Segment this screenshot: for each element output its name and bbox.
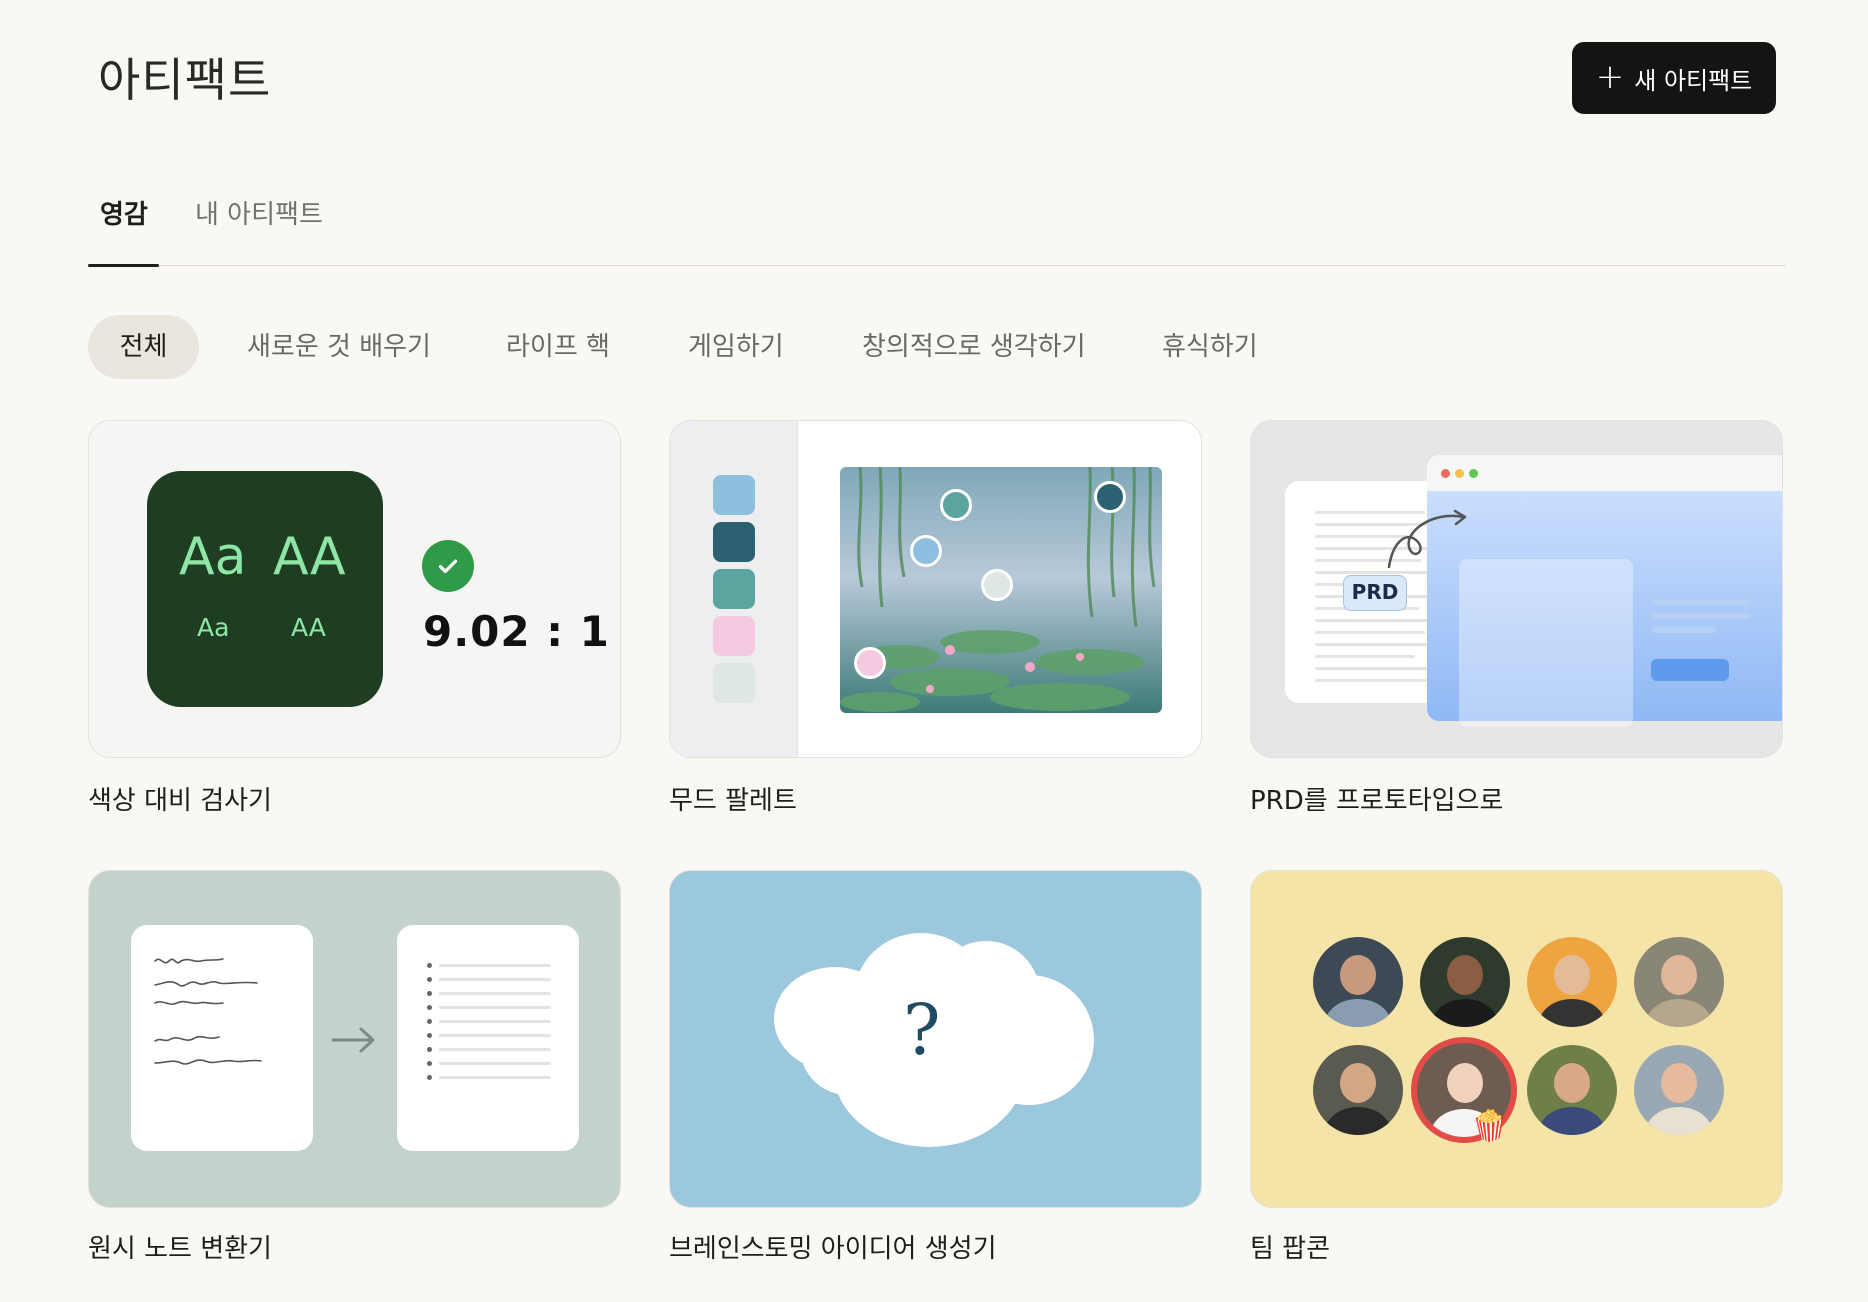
card-team-popcorn[interactable]: 🍿 <box>1250 870 1783 1208</box>
water-lilies-painting <box>840 467 1162 713</box>
palette-swatch <box>713 569 755 609</box>
palette-swatch <box>713 663 755 703</box>
contrast-swatch: Aa AA Aa AA <box>147 471 383 707</box>
card-title-team-popcorn[interactable]: 팀 팝콘 <box>1250 1228 1330 1265</box>
arrow-right-icon <box>331 1019 377 1065</box>
card-title-brainstorm-generator[interactable]: 브레인스토밍 아이디어 생성기 <box>669 1228 997 1265</box>
plus-icon: + <box>1595 56 1625 97</box>
color-pin[interactable] <box>1094 481 1126 513</box>
color-pin[interactable] <box>981 569 1013 601</box>
avatar[interactable] <box>1313 1045 1403 1135</box>
tab-inspiration[interactable]: 영감 <box>100 194 148 231</box>
filter-learn[interactable]: 새로운 것 배우기 <box>247 315 431 379</box>
card-mood-palette[interactable] <box>669 420 1202 758</box>
avatar[interactable] <box>1527 1045 1617 1135</box>
popcorn-icon: 🍿 <box>1471 1109 1509 1144</box>
page-title: 아티팩트 <box>98 53 272 107</box>
palette-column <box>670 421 798 757</box>
browser-titlebar <box>1427 455 1782 491</box>
avatar[interactable] <box>1634 1045 1724 1135</box>
avatar[interactable] <box>1420 937 1510 1027</box>
sample-small-1: Aa <box>197 613 230 642</box>
formatted-note <box>397 925 579 1151</box>
card-raw-notes-converter[interactable] <box>88 870 621 1208</box>
avatar[interactable] <box>1527 937 1617 1027</box>
active-tab-indicator <box>88 264 159 267</box>
avatar[interactable] <box>1313 937 1403 1027</box>
color-pin[interactable] <box>854 647 886 679</box>
tab-my-artifacts[interactable]: 내 아티팩트 <box>195 194 323 231</box>
question-mark: ? <box>903 989 941 1071</box>
color-pin[interactable] <box>910 535 942 567</box>
filter-life-hacks[interactable]: 라이프 핵 <box>506 315 610 379</box>
card-title-contrast-checker[interactable]: 색상 대비 검사기 <box>88 780 272 817</box>
palette-swatch <box>713 475 755 515</box>
prd-tag: PRD <box>1343 575 1407 611</box>
prototype-browser <box>1427 455 1782 727</box>
palette-swatch <box>713 616 755 656</box>
card-title-mood-palette[interactable]: 무드 팔레트 <box>669 780 797 817</box>
check-icon <box>422 540 474 592</box>
new-artifact-button[interactable]: + 새 아티팩트 <box>1572 42 1776 114</box>
card-prd-to-prototype[interactable]: PRD <box>1250 420 1783 758</box>
filter-relax[interactable]: 휴식하기 <box>1162 315 1258 379</box>
main-tabs: 영감 내 아티팩트 <box>88 190 1786 267</box>
sample-large-1: Aa <box>179 527 247 587</box>
sample-large-2: AA <box>273 527 346 587</box>
contrast-ratio: 9.02 : 1 <box>423 607 610 656</box>
artifacts-page: 아티팩트 + 새 아티팩트 영감 내 아티팩트 전체 새로운 것 배우기 라이프… <box>0 0 1868 1302</box>
filter-games[interactable]: 게임하기 <box>688 315 784 379</box>
new-artifact-label: 새 아티팩트 <box>1634 66 1753 95</box>
filter-creative[interactable]: 창의적으로 생각하기 <box>862 315 1086 379</box>
card-contrast-checker[interactable]: Aa AA Aa AA 9.02 : 1 <box>88 420 621 758</box>
color-pin[interactable] <box>940 489 972 521</box>
card-brainstorm-generator[interactable]: ? <box>669 870 1202 1208</box>
palette-swatch <box>713 522 755 562</box>
sample-small-2: AA <box>291 613 326 642</box>
raw-note <box>131 925 313 1151</box>
card-title-raw-notes-converter[interactable]: 원시 노트 변환기 <box>88 1228 272 1265</box>
card-title-prd-to-prototype[interactable]: PRD를 프로토타입으로 <box>1250 780 1503 817</box>
avatar[interactable] <box>1634 937 1724 1027</box>
filter-all[interactable]: 전체 <box>88 315 199 379</box>
curved-arrow-icon <box>1387 509 1467 569</box>
